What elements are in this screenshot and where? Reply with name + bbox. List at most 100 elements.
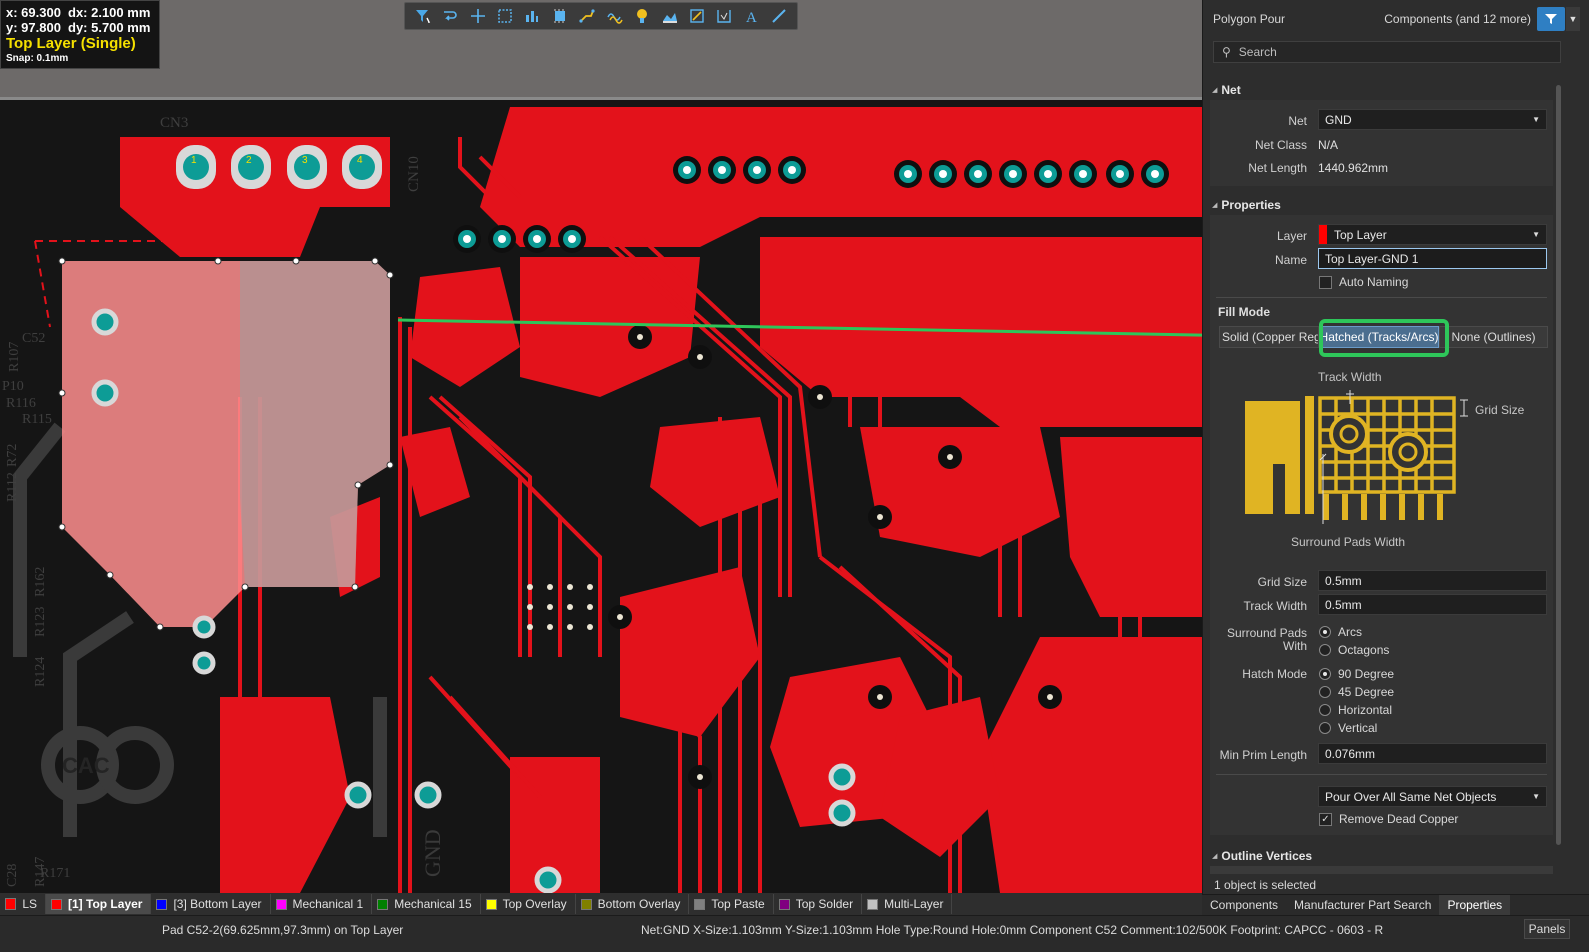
outline-vertices-section-header[interactable]: Outline Vertices xyxy=(1212,849,1312,863)
name-field[interactable]: Top Layer-GND 1 xyxy=(1318,248,1547,269)
net-section-header[interactable]: Net xyxy=(1212,83,1240,97)
hatch-vertical-label: Vertical xyxy=(1338,721,1378,735)
panel-tabs: Components Manufacturer Part Search Prop… xyxy=(1202,894,1589,915)
net-dropdown[interactable]: GND ▼ xyxy=(1318,109,1547,130)
component-icon[interactable] xyxy=(548,5,572,27)
layer-tab-label: LS xyxy=(22,897,37,911)
pin-label: 2 xyxy=(246,155,252,166)
selection-scope[interactable]: Components (and 12 more) xyxy=(1384,12,1531,26)
coordinate-hud: x: 69.300 dx: 2.100 mm y: 97.800 dy: 5.700… xyxy=(0,0,160,69)
fill-icon[interactable] xyxy=(658,5,682,27)
fill-mode-solid[interactable]: Solid (Copper Regions) xyxy=(1219,326,1319,348)
route-icon[interactable] xyxy=(438,5,462,27)
cross-icon[interactable] xyxy=(466,5,490,27)
line-icon[interactable] xyxy=(767,5,791,27)
highlight-annotation xyxy=(1319,319,1449,357)
diff-pair-icon[interactable] xyxy=(603,5,627,27)
interactive-route-icon[interactable] xyxy=(575,5,599,27)
remove-dead-copper-label: Remove Dead Copper xyxy=(1339,812,1459,826)
pour-over-dropdown[interactable]: Pour Over All Same Net Objects ▼ xyxy=(1318,786,1547,807)
search-placeholder: Search xyxy=(1238,45,1277,59)
chart-icon[interactable] xyxy=(520,5,544,27)
layer-tab-bottom-layer[interactable]: [3] Bottom Layer xyxy=(151,894,271,914)
hatch-vertical-radio[interactable]: Vertical xyxy=(1319,721,1377,735)
layer-color-swatch xyxy=(778,898,790,910)
filter-icon[interactable] xyxy=(1537,7,1565,31)
grid-size-caption: Grid Size xyxy=(1475,403,1525,417)
via-icon[interactable] xyxy=(630,5,654,27)
min-prim-field[interactable]: 0.076mm xyxy=(1318,743,1547,764)
hatch-90-label: 90 Degree xyxy=(1338,667,1395,681)
hatch-45-label: 45 Degree xyxy=(1338,685,1395,699)
pcb-canvas[interactable]: 1 2 3 4 CN3 CN10 GND C52 R107 P10 R116 R… xyxy=(0,0,1202,893)
layer-tab-top-overlay[interactable]: Top Overlay xyxy=(481,894,576,914)
layer-tab-top-layer[interactable]: [1] Top Layer xyxy=(46,894,152,914)
surround-pads-with-label: With xyxy=(1283,639,1307,653)
dx-coord: dx: 2.100 mm xyxy=(68,5,151,20)
hatch-90-radio[interactable]: 90 Degree xyxy=(1319,667,1394,681)
name-value: Top Layer-GND 1 xyxy=(1325,251,1419,266)
hatch-diagram: Track Width Grid Size Surround Pads Widt… xyxy=(1218,364,1548,560)
pour-over-value: Pour Over All Same Net Objects xyxy=(1325,789,1497,804)
surround-arcs-radio[interactable]: Arcs xyxy=(1319,625,1362,639)
remove-dead-copper-checkbox[interactable]: ✓ Remove Dead Copper xyxy=(1319,812,1458,826)
layer-tab-top-paste[interactable]: Top Paste xyxy=(689,894,774,914)
ref-label: R107 xyxy=(7,342,22,372)
layer-tab-label: Mechanical 15 xyxy=(394,897,472,911)
current-layer: Top Layer (Single) xyxy=(6,35,136,52)
hatch-45-radio[interactable]: 45 Degree xyxy=(1319,685,1394,699)
panel-scrollbar[interactable] xyxy=(1556,85,1561,845)
layer-color-swatch xyxy=(485,898,497,910)
hatch-horizontal-radio[interactable]: Horizontal xyxy=(1319,703,1392,717)
string-icon[interactable]: A xyxy=(740,5,764,27)
layer-dropdown[interactable]: Top Layer ▼ xyxy=(1318,224,1547,245)
polygon-icon[interactable] xyxy=(685,5,709,27)
auto-naming-label: Auto Naming xyxy=(1339,275,1409,289)
layer-color-swatch xyxy=(694,898,706,910)
filter-icon[interactable] xyxy=(411,5,435,27)
track-width-caption: Track Width xyxy=(1318,370,1382,384)
gnd-label: GND xyxy=(420,829,445,877)
chevron-down-icon: ▼ xyxy=(1532,115,1540,124)
x-coord: x: 69.300 xyxy=(6,5,61,20)
panel-header: Polygon Pour Components (and 12 more) ▼ xyxy=(1203,0,1589,38)
ref-label: R124 xyxy=(33,657,48,687)
chevron-down-icon: ▼ xyxy=(1532,230,1540,239)
snap-value: Snap: 0.1mm xyxy=(6,53,69,64)
grid-size-field[interactable]: 0.5mm xyxy=(1318,570,1547,591)
surround-pads-label: Surround Pads xyxy=(1226,626,1307,640)
dy-coord: dy: 5.700 mm xyxy=(68,20,151,35)
properties-section-header[interactable]: Properties xyxy=(1212,198,1280,212)
radio-indicator xyxy=(1319,626,1331,638)
select-rect-icon[interactable] xyxy=(493,5,517,27)
track-width-field[interactable]: 0.5mm xyxy=(1318,594,1547,615)
tab-components[interactable]: Components xyxy=(1202,895,1286,915)
tab-manufacturer-part-search[interactable]: Manufacturer Part Search xyxy=(1286,895,1439,915)
surround-octagons-label: Octagons xyxy=(1338,643,1390,657)
net-value: GND xyxy=(1325,112,1352,127)
active-bar-toolbar: A xyxy=(404,2,798,30)
layer-tab-mechanical-15[interactable]: Mechanical 15 xyxy=(372,894,481,914)
fill-mode-none[interactable]: None (Outlines) xyxy=(1439,326,1548,348)
pcb-board[interactable]: 1 2 3 4 CN3 CN10 GND C52 R107 P10 R116 R… xyxy=(0,97,1202,893)
layer-tab-mechanical-1[interactable]: Mechanical 1 xyxy=(271,894,373,914)
layer-color-swatch xyxy=(51,898,62,910)
layer-tab-multi-layer[interactable]: Multi-Layer xyxy=(862,894,953,914)
status-bar: Pad C52-2(69.625mm,97.3mm) on Top Layer … xyxy=(0,915,1589,952)
ref-label: P10 xyxy=(2,379,24,394)
layer-tab-label: Mechanical 1 xyxy=(292,897,364,911)
layer-set-tab[interactable]: LS xyxy=(0,894,46,914)
radio-indicator xyxy=(1319,668,1331,680)
panels-button[interactable]: Panels xyxy=(1524,919,1570,939)
pin-label: 4 xyxy=(357,155,363,166)
layer-tab-top-solder[interactable]: Top Solder xyxy=(774,894,863,914)
chevron-down-icon[interactable]: ▼ xyxy=(1566,7,1580,31)
tab-properties[interactable]: Properties xyxy=(1439,895,1511,915)
dimension-icon[interactable] xyxy=(712,5,736,27)
surround-octagons-radio[interactable]: Octagons xyxy=(1319,643,1389,657)
layer-color-swatch xyxy=(5,898,17,910)
search-input[interactable]: ⚲ Search xyxy=(1213,41,1561,63)
layer-tab-bottom-overlay[interactable]: Bottom Overlay xyxy=(576,894,690,914)
auto-naming-checkbox[interactable]: Auto Naming xyxy=(1319,275,1408,289)
ref-label: R116 xyxy=(6,396,36,411)
